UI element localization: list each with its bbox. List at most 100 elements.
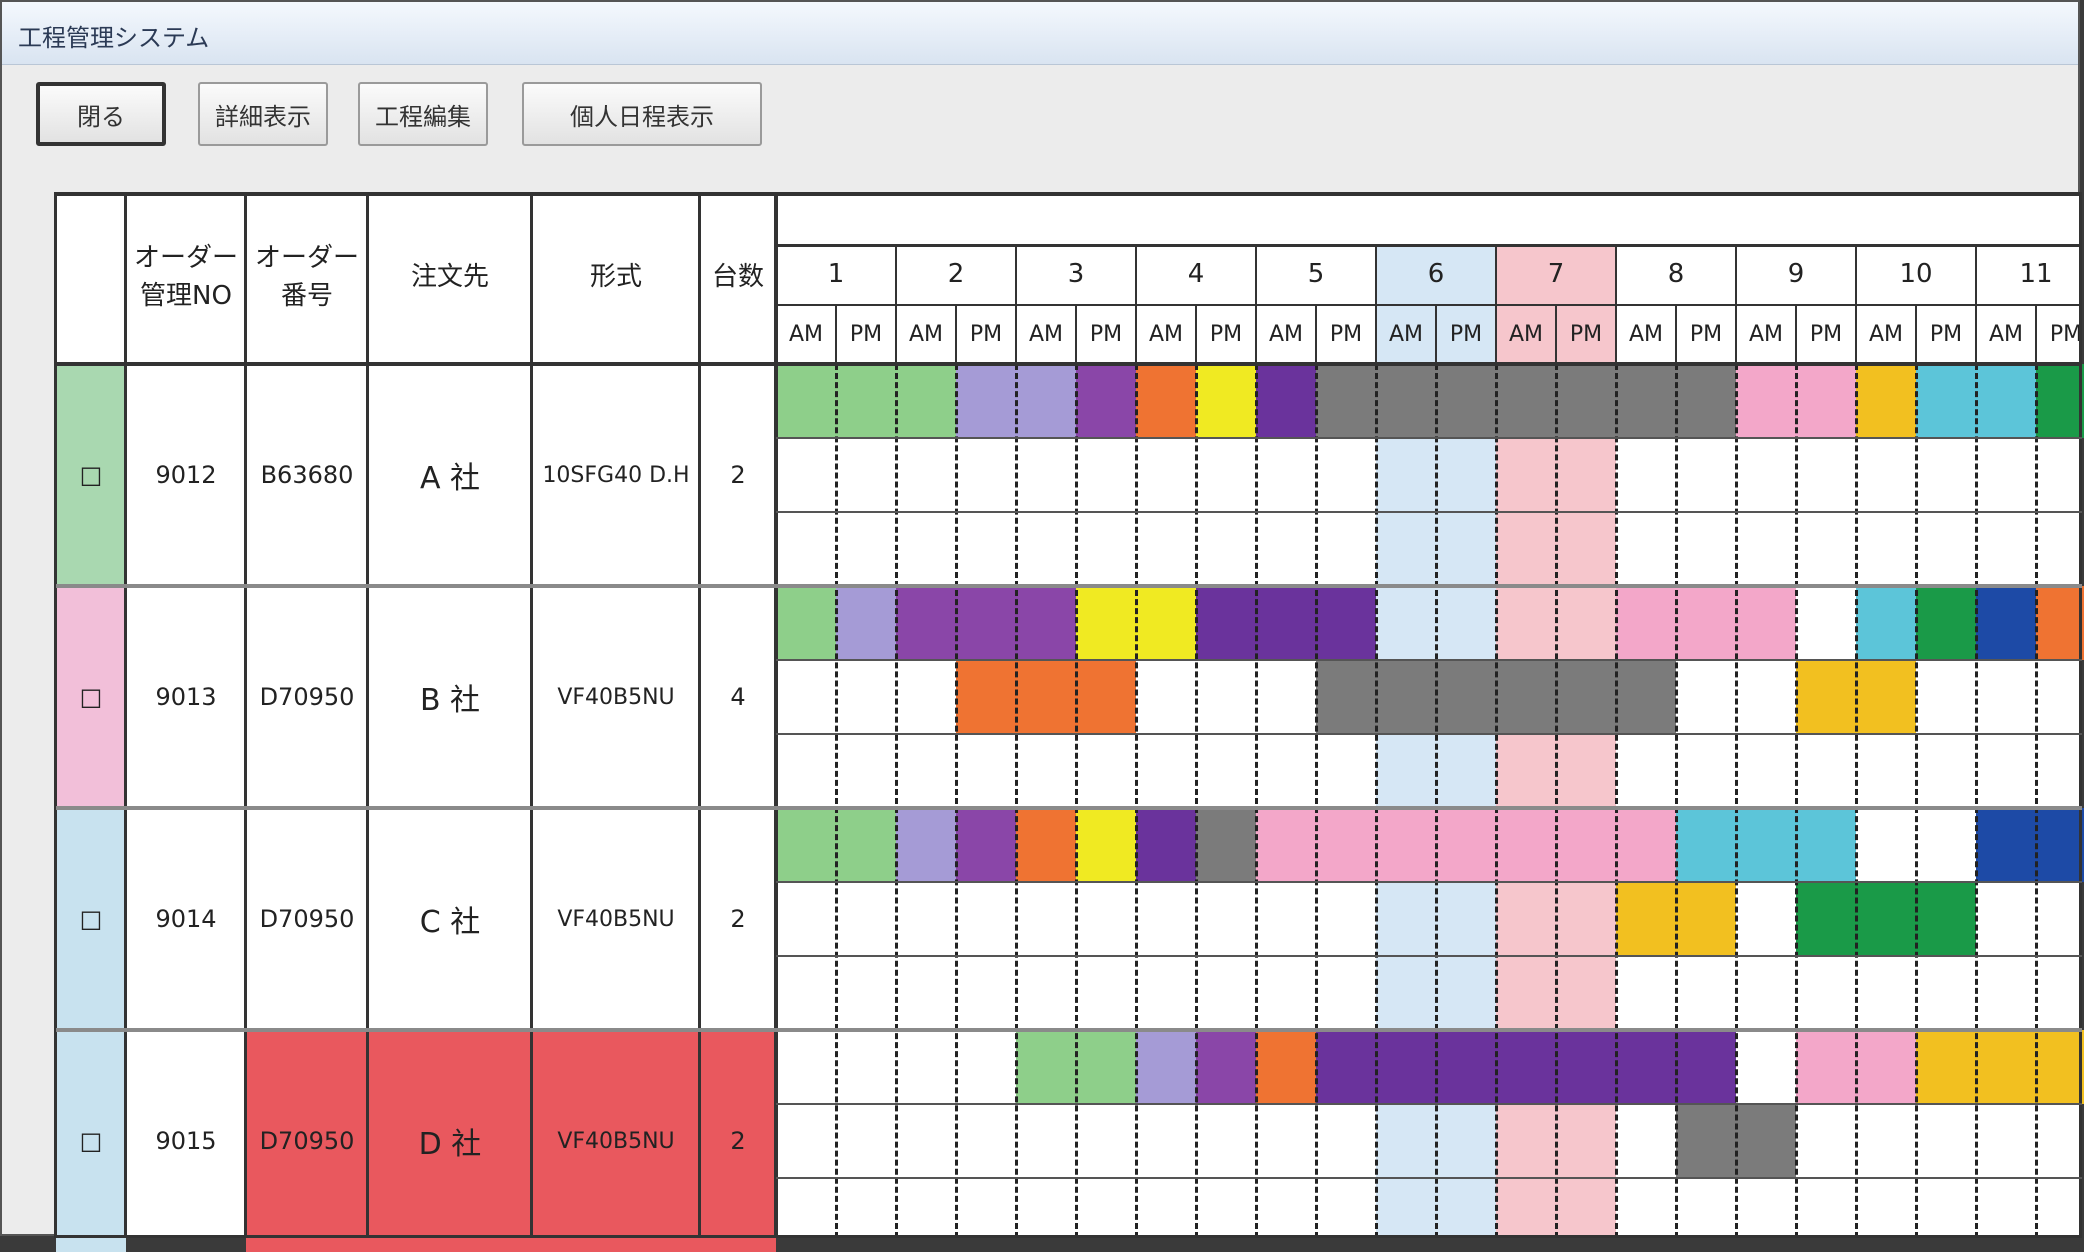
gantt-bar[interactable] xyxy=(1136,808,1196,882)
column-divider xyxy=(54,192,57,1238)
gantt-bar[interactable] xyxy=(2036,586,2084,660)
gantt-bar[interactable] xyxy=(1316,364,1736,438)
gantt-bar[interactable] xyxy=(1796,882,1976,956)
am-header: AM xyxy=(1148,321,1184,347)
personal-schedule-button[interactable]: 個人日程表示 xyxy=(522,82,762,146)
day-header: 9 xyxy=(1787,259,1805,289)
gantt-bar[interactable] xyxy=(1856,586,1916,660)
gantt-bar[interactable] xyxy=(1976,586,2036,660)
gantt-bar[interactable] xyxy=(956,660,1136,734)
day-header: 11 xyxy=(2019,259,2053,289)
gantt-bar[interactable] xyxy=(1256,1030,1316,1104)
close-button[interactable]: 閉る xyxy=(36,82,166,146)
pm-header: PM xyxy=(1089,321,1123,347)
row-checkbox[interactable]: □ xyxy=(56,364,126,586)
half-day-gridline xyxy=(1375,364,1378,1238)
date-header-line xyxy=(776,244,2082,247)
row-divider xyxy=(56,1028,2082,1032)
half-day-gridline xyxy=(1855,364,1858,1238)
header-divider xyxy=(1675,304,1677,364)
gantt-bar[interactable] xyxy=(956,808,1016,882)
gantt-bar[interactable] xyxy=(1196,808,1256,882)
half-day-gridline xyxy=(835,364,838,1238)
gantt-bar[interactable] xyxy=(1076,364,1136,438)
gantt-bar[interactable] xyxy=(896,808,956,882)
order-no-cell: D70950 xyxy=(259,683,355,711)
order-no-cell: D70950 xyxy=(259,905,355,933)
gantt-bar[interactable] xyxy=(1136,364,1196,438)
row-checkbox[interactable]: □ xyxy=(56,808,126,1030)
order-mgmt-no-cell: 9012 xyxy=(155,461,217,489)
day-header: 7 xyxy=(1547,259,1565,289)
column-divider xyxy=(366,192,369,1238)
half-day-gridline xyxy=(1435,364,1438,1238)
window-title: 工程管理システム xyxy=(18,24,210,52)
column-divider xyxy=(698,192,701,1238)
gantt-bar[interactable] xyxy=(896,586,1076,660)
day-header: 4 xyxy=(1187,259,1205,289)
order-no-cell: D70950 xyxy=(259,1127,355,1155)
am-header: AM xyxy=(1268,321,1304,347)
process-edit-button[interactable]: 工程編集 xyxy=(358,82,488,146)
lane-divider xyxy=(776,881,2082,883)
lane-divider xyxy=(776,659,2082,661)
gantt-bar[interactable] xyxy=(1916,586,1976,660)
half-day-gridline xyxy=(1495,364,1498,1238)
pm-header: PM xyxy=(849,321,883,347)
half-day-gridline xyxy=(1795,364,1798,1238)
gantt-bar[interactable] xyxy=(1856,364,1916,438)
table-top-border xyxy=(56,192,2082,196)
lane-divider xyxy=(776,437,2082,439)
row-checkbox[interactable]: □ xyxy=(56,1030,126,1252)
half-day-gridline xyxy=(895,364,898,1238)
header-divider xyxy=(1915,304,1917,364)
gantt-bar[interactable] xyxy=(1616,586,1796,660)
gantt-bar[interactable] xyxy=(1256,364,1316,438)
am-header: AM xyxy=(1508,321,1544,347)
am-header: AM xyxy=(908,321,944,347)
day-header: 6 xyxy=(1427,259,1445,289)
detail-view-button[interactable]: 詳細表示 xyxy=(198,82,328,146)
lane-divider xyxy=(776,1177,2082,1179)
gantt-bar[interactable] xyxy=(2036,364,2084,438)
am-header: AM xyxy=(1028,321,1064,347)
am-header: AM xyxy=(1628,321,1664,347)
row-checkbox[interactable]: □ xyxy=(56,586,126,808)
header-divider xyxy=(835,304,837,364)
day-header: 10 xyxy=(1899,259,1933,289)
gantt-bar[interactable] xyxy=(1976,808,2084,882)
gantt-bar[interactable] xyxy=(776,586,836,660)
gantt-bar[interactable] xyxy=(836,586,896,660)
gantt-bar[interactable] xyxy=(1016,808,1076,882)
pm-header: PM xyxy=(1809,321,1843,347)
customer-header: 注文先 xyxy=(410,262,489,293)
units-cell: 2 xyxy=(730,461,746,489)
gantt-bar[interactable] xyxy=(1256,808,1676,882)
gantt-bar[interactable] xyxy=(1196,364,1256,438)
model-cell: 10SFG40 D.H xyxy=(542,462,690,488)
half-day-gridline xyxy=(1255,364,1258,1238)
gantt-bar[interactable] xyxy=(1196,1030,1256,1104)
gantt-bar[interactable] xyxy=(1136,1030,1196,1104)
model-header: 形式 xyxy=(589,262,642,293)
gantt-bar[interactable] xyxy=(1916,1030,2084,1104)
customer-cell: A 社 xyxy=(419,461,481,496)
pm-header: PM xyxy=(1689,321,1723,347)
column-divider xyxy=(530,192,533,1238)
order-mgmt-no-header: オーダー 管理NO xyxy=(133,243,238,311)
customer-cell: B 社 xyxy=(419,683,481,718)
gantt-bar[interactable] xyxy=(1196,586,1376,660)
half-day-gridline xyxy=(1975,364,1978,1238)
gantt-bar[interactable] xyxy=(1316,1030,1736,1104)
gantt-bar[interactable] xyxy=(1076,808,1136,882)
day-header: 1 xyxy=(827,259,845,289)
order-mgmt-no-cell: 9013 xyxy=(155,683,217,711)
lane-divider xyxy=(776,511,2082,513)
gantt-bar[interactable] xyxy=(896,364,956,438)
half-day-gridline xyxy=(1315,364,1318,1238)
pm-header: PM xyxy=(2049,321,2083,347)
pm-header: PM xyxy=(1329,321,1363,347)
header-divider xyxy=(1315,304,1317,364)
app-window: 工程管理システム 閉る 詳細表示 工程編集 個人日程表示 オーダー 管理NO オー… xyxy=(0,0,2084,1252)
gantt-bar[interactable] xyxy=(1676,808,1856,882)
